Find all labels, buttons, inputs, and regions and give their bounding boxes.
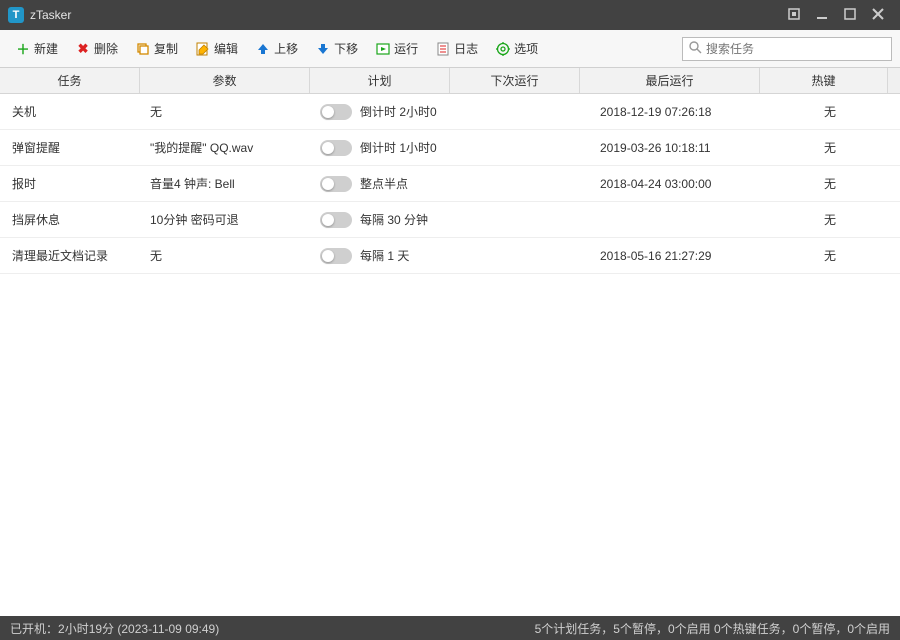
table-row[interactable]: 弹窗提醒 "我的提醒" QQ.wav 倒计时 1小时0 2019-03-26 1…: [0, 130, 900, 166]
plus-icon: ＋: [16, 42, 30, 56]
options-label: 选项: [514, 40, 538, 57]
copy-label: 复制: [154, 40, 178, 57]
cell-hotkey: 无: [760, 139, 900, 156]
log-icon: [436, 42, 450, 56]
popout-icon: [788, 7, 800, 23]
cell-plan: 每隔 30 分钟: [310, 211, 450, 228]
cell-plan: 每隔 1 天: [310, 247, 450, 264]
cell-last: 2019-03-26 10:18:11: [580, 141, 760, 155]
popout-button[interactable]: [780, 5, 808, 25]
gear-icon: [496, 42, 510, 56]
cell-param: 无: [140, 247, 310, 264]
title-bar: T zTasker: [0, 0, 900, 30]
cell-task: 报时: [0, 175, 140, 192]
copy-icon: [136, 42, 150, 56]
plan-text: 每隔 1 天: [360, 247, 409, 264]
arrow-down-icon: [316, 42, 330, 56]
run-label: 运行: [394, 40, 418, 57]
delete-label: 删除: [94, 40, 118, 57]
cell-param: 10分钟 密码可退: [140, 211, 310, 228]
edit-button[interactable]: 编辑: [188, 36, 246, 61]
col-header-plan[interactable]: 计划: [310, 68, 450, 93]
app-icon: T: [8, 7, 24, 23]
down-label: 下移: [334, 40, 358, 57]
minimize-button[interactable]: [808, 5, 836, 25]
col-header-hotkey[interactable]: 热键: [760, 68, 888, 93]
toggle-switch[interactable]: [320, 140, 352, 156]
toggle-switch[interactable]: [320, 212, 352, 228]
cell-hotkey: 无: [760, 175, 900, 192]
cell-task: 关机: [0, 103, 140, 120]
cell-plan: 整点半点: [310, 175, 450, 192]
edit-label: 编辑: [214, 40, 238, 57]
plan-text: 每隔 30 分钟: [360, 211, 428, 228]
minimize-icon: [816, 7, 828, 23]
cell-last: 2018-04-24 03:00:00: [580, 177, 760, 191]
cell-task: 弹窗提醒: [0, 139, 140, 156]
search-icon: [689, 41, 702, 57]
up-label: 上移: [274, 40, 298, 57]
table-header: 任务 参数 计划 下次运行 最后运行 热键: [0, 68, 900, 94]
table-row[interactable]: 关机 无 倒计时 2小时0 2018-12-19 07:26:18 无: [0, 94, 900, 130]
new-button[interactable]: ＋ 新建: [8, 36, 66, 61]
cell-param: 音量4 钟声: Bell: [140, 175, 310, 192]
cell-plan: 倒计时 2小时0: [310, 103, 450, 120]
cell-task: 挡屏休息: [0, 211, 140, 228]
table-row[interactable]: 报时 音量4 钟声: Bell 整点半点 2018-04-24 03:00:00…: [0, 166, 900, 202]
log-label: 日志: [454, 40, 478, 57]
close-button[interactable]: [864, 5, 892, 25]
uptime-label: 已开机：: [10, 620, 58, 637]
cell-param: 无: [140, 103, 310, 120]
cell-hotkey: 无: [760, 103, 900, 120]
scroll-gutter: [888, 68, 900, 93]
options-button[interactable]: 选项: [488, 36, 546, 61]
col-header-task[interactable]: 任务: [0, 68, 140, 93]
cell-hotkey: 无: [760, 211, 900, 228]
uptime-value: 2小时19分 (2023-11-09 09:49): [58, 620, 219, 637]
edit-icon: [196, 42, 210, 56]
copy-button[interactable]: 复制: [128, 36, 186, 61]
cell-last: 2018-12-19 07:26:18: [580, 105, 760, 119]
cell-hotkey: 无: [760, 247, 900, 264]
x-icon: ✖: [76, 42, 90, 56]
plan-text: 整点半点: [360, 175, 408, 192]
col-header-next[interactable]: 下次运行: [450, 68, 580, 93]
plan-text: 倒计时 2小时0: [360, 103, 437, 120]
search-box[interactable]: [682, 37, 892, 61]
status-bar: 已开机： 2小时19分 (2023-11-09 09:49) 5个计划任务，5个…: [0, 616, 900, 640]
plan-text: 倒计时 1小时0: [360, 139, 437, 156]
cell-last: 2018-05-16 21:27:29: [580, 249, 760, 263]
move-up-button[interactable]: 上移: [248, 36, 306, 61]
new-label: 新建: [34, 40, 58, 57]
col-header-last[interactable]: 最后运行: [580, 68, 760, 93]
app-title: zTasker: [30, 8, 71, 22]
cell-task: 清理最近文档记录: [0, 247, 140, 264]
toolbar: ＋ 新建 ✖ 删除 复制 编辑 上移 下移 运行: [0, 30, 900, 68]
task-list: 关机 无 倒计时 2小时0 2018-12-19 07:26:18 无 弹窗提醒…: [0, 94, 900, 616]
run-button[interactable]: 运行: [368, 36, 426, 61]
arrow-up-icon: [256, 42, 270, 56]
run-icon: [376, 42, 390, 56]
table-row[interactable]: 挡屏休息 10分钟 密码可退 每隔 30 分钟 无: [0, 202, 900, 238]
toggle-switch[interactable]: [320, 104, 352, 120]
cell-plan: 倒计时 1小时0: [310, 139, 450, 156]
search-input[interactable]: [706, 42, 885, 56]
move-down-button[interactable]: 下移: [308, 36, 366, 61]
cell-param: "我的提醒" QQ.wav: [140, 139, 310, 156]
log-button[interactable]: 日志: [428, 36, 486, 61]
table-row[interactable]: 清理最近文档记录 无 每隔 1 天 2018-05-16 21:27:29 无: [0, 238, 900, 274]
maximize-icon: [844, 7, 856, 23]
col-header-param[interactable]: 参数: [140, 68, 310, 93]
toggle-switch[interactable]: [320, 248, 352, 264]
maximize-button[interactable]: [836, 5, 864, 25]
toggle-switch[interactable]: [320, 176, 352, 192]
delete-button[interactable]: ✖ 删除: [68, 36, 126, 61]
close-icon: [872, 7, 884, 23]
status-summary: 5个计划任务，5个暂停，0个启用 0个热键任务，0个暂停，0个启用: [535, 620, 890, 637]
